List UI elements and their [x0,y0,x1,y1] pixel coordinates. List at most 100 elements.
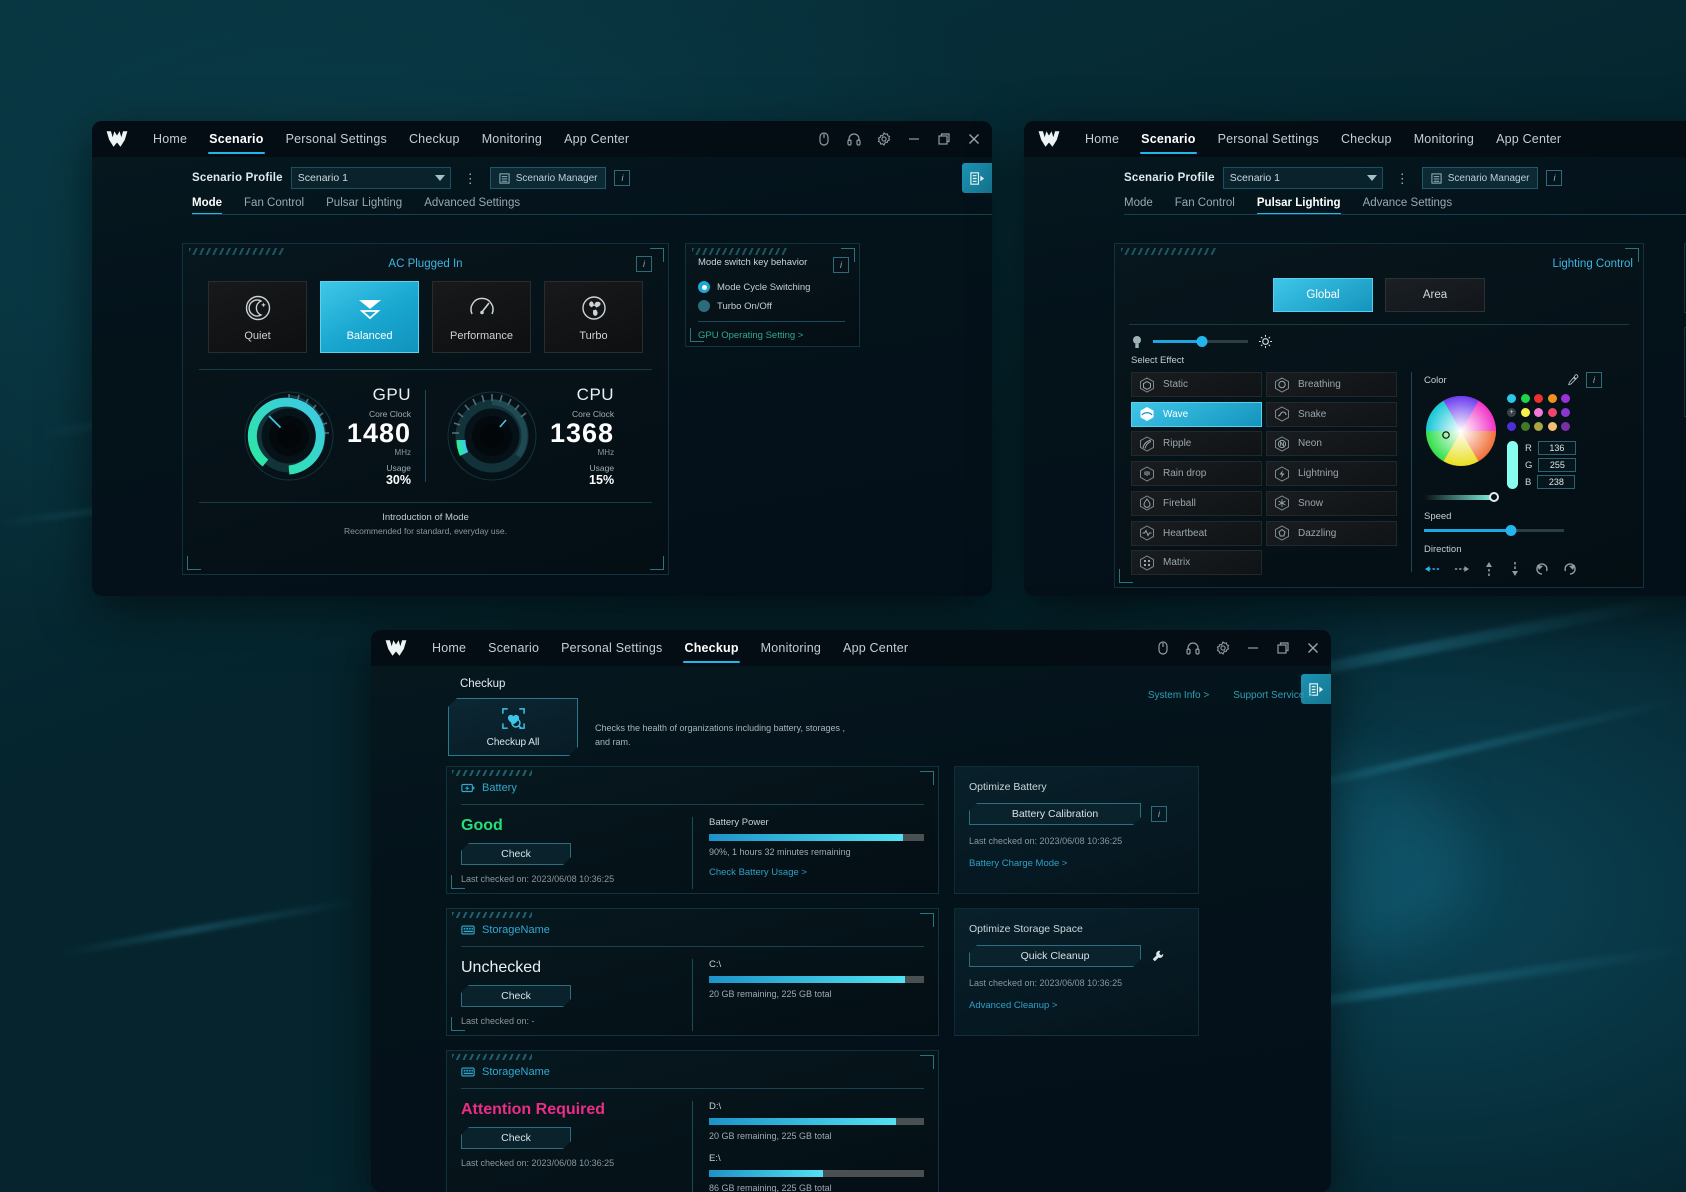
nav-item-scenario[interactable]: Scenario [477,630,550,666]
wrench-icon[interactable] [1151,949,1165,963]
effect-fireball[interactable]: Fireball [1131,490,1262,516]
mode-tile-turbo[interactable]: Turbo [544,281,643,353]
color-swatch[interactable] [1547,394,1557,403]
g-value[interactable]: 255 [1538,458,1577,472]
minimize-icon[interactable] [1245,640,1261,656]
subtab-mode[interactable]: Mode [192,197,223,215]
lightness-thumb[interactable] [1489,492,1499,502]
support-service-link[interactable]: Support Service > [1233,690,1313,701]
more-options-icon[interactable]: ⋮ [1391,172,1414,185]
nav-item-app-center[interactable]: App Center [1485,121,1572,157]
color-swatch[interactable] [1561,422,1570,431]
color-swatch[interactable] [1547,422,1557,431]
system-info-link[interactable]: System Info > [1148,690,1209,701]
add-color-icon[interactable]: + [1507,408,1516,417]
color-swatch[interactable] [1507,422,1516,431]
check-button[interactable]: Check [461,985,571,1007]
rotate-ccw-icon[interactable] [1534,561,1550,577]
effect-static[interactable]: Static [1131,372,1262,397]
effect-snake[interactable]: Snake [1266,401,1397,427]
color-swatch[interactable] [1520,422,1530,431]
headset-icon[interactable] [846,131,862,147]
effect-breathing[interactable]: Breathing [1266,372,1397,397]
subtab-fan-control[interactable]: Fan Control [244,197,304,215]
quick-cleanup-button[interactable]: Quick Cleanup [969,945,1141,967]
close-icon[interactable] [1305,640,1321,656]
eyedropper-icon[interactable] [1567,374,1579,386]
gpu-operating-setting-link[interactable]: GPU Operating Setting > [698,330,849,341]
checkup-all-button[interactable]: Checkup All [448,698,578,756]
subtab-mode[interactable]: Mode [1124,197,1153,215]
effect-neon[interactable]: Neon [1266,431,1397,457]
nav-item-scenario[interactable]: Scenario [198,121,274,157]
color-swatch[interactable] [1534,422,1543,431]
nav-item-monitoring[interactable]: Monitoring [750,630,832,666]
nav-item-checkup[interactable]: Checkup [673,630,749,666]
color-swatch[interactable] [1547,408,1557,417]
info-icon[interactable]: i [614,170,631,186]
battery-charge-mode-link[interactable]: Battery Charge Mode > [969,858,1184,869]
nav-item-monitoring[interactable]: Monitoring [471,121,553,157]
color-swatch[interactable] [1561,408,1570,417]
nav-item-home[interactable]: Home [142,121,198,157]
b-value[interactable]: 238 [1537,475,1576,489]
nav-item-monitoring[interactable]: Monitoring [1403,121,1485,157]
color-swatch[interactable] [1534,394,1543,403]
maximize-icon[interactable] [936,131,952,147]
subtab-pulsar-lighting[interactable]: Pulsar Lighting [326,197,402,215]
arrow-up-icon[interactable] [1482,561,1496,577]
nav-item-home[interactable]: Home [421,630,477,666]
check-button[interactable]: Check [461,1127,571,1149]
info-icon[interactable]: i [1151,806,1167,822]
rotate-cw-icon[interactable] [1562,561,1578,577]
more-options-icon[interactable]: ⋮ [459,172,482,185]
effect-ripple[interactable]: Ripple [1131,431,1262,457]
headset-icon[interactable] [1185,640,1201,656]
speed-thumb[interactable] [1505,525,1517,536]
effect-heartbeat[interactable]: Heartbeat [1131,520,1262,546]
check-battery-usage-link[interactable]: Check Battery Usage > [709,867,924,878]
subtab-pulsar-lighting[interactable]: Pulsar Lighting [1256,197,1341,215]
mode-tile-balanced[interactable]: Balanced [320,281,419,353]
nav-item-scenario[interactable]: Scenario [1130,121,1206,157]
nav-item-checkup[interactable]: Checkup [1330,121,1403,157]
info-icon[interactable]: i [1586,372,1602,388]
radio-turbo-on-off[interactable] [698,300,710,312]
r-value[interactable]: 136 [1537,441,1576,455]
brightness-slider[interactable] [1153,336,1248,347]
advanced-cleanup-link[interactable]: Advanced Cleanup > [969,1000,1184,1011]
effect-wave[interactable]: Wave [1131,401,1262,427]
scope-button-global[interactable]: Global [1273,278,1373,312]
effect-lightning[interactable]: Lightning [1266,461,1397,487]
nav-item-app-center[interactable]: App Center [553,121,640,157]
scope-button-area[interactable]: Area [1385,278,1485,312]
nav-item-home[interactable]: Home [1074,121,1130,157]
color-swatch[interactable] [1561,394,1570,403]
radio-mode-cycle-switching[interactable] [698,281,710,293]
arrow-right-icon[interactable] [1453,562,1470,576]
speed-slider[interactable] [1424,525,1564,536]
effect-dazzling[interactable]: Dazzling [1266,520,1397,546]
nav-item-checkup[interactable]: Checkup [398,121,471,157]
color-wheel[interactable] [1424,394,1498,468]
effect-matrix[interactable]: Matrix [1131,550,1262,576]
info-icon[interactable]: i [636,256,652,272]
scenario-profile-select[interactable]: Scenario 1 [290,167,451,189]
info-icon[interactable]: i [1546,170,1563,186]
battery-calibration-button[interactable]: Battery Calibration [969,803,1141,825]
color-swatch[interactable] [1520,408,1530,417]
lightness-slider[interactable] [1424,492,1499,502]
effect-rain-drop[interactable]: Rain drop [1131,461,1262,487]
color-swatch[interactable] [1520,394,1530,403]
scenario-profile-select[interactable]: Scenario 1 [1222,167,1383,189]
arrow-left-icon[interactable] [1424,562,1441,576]
arrow-down-icon[interactable] [1508,561,1522,577]
mode-tile-performance[interactable]: Performance [432,281,531,353]
check-button[interactable]: Check [461,843,571,865]
nav-item-personal-settings[interactable]: Personal Settings [550,630,673,666]
minimize-icon[interactable] [906,131,922,147]
gear-icon[interactable] [876,131,892,147]
subtab-fan-control[interactable]: Fan Control [1175,197,1235,215]
subtab-advance-settings[interactable]: Advance Settings [1363,197,1453,215]
nav-item-personal-settings[interactable]: Personal Settings [1207,121,1330,157]
